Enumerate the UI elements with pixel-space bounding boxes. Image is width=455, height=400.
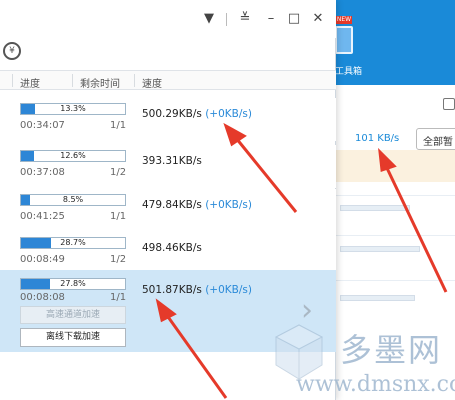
remaining-time: 00:34:07 [20,120,65,131]
column-separator [134,74,135,87]
progress-percent: 12.6% [60,151,86,160]
toolbox-label[interactable]: 工具箱 [335,64,362,77]
speed-value: 393.31KB/s [142,155,202,167]
speed-delta: (+0KB/s) [205,284,252,296]
task-speed: 393.31KB/s [142,155,202,167]
progress-percent: 27.8% [60,279,86,288]
task-speed: 500.29KB/s (+0KB/s) [142,108,252,120]
background-progress-bar [340,295,415,301]
new-badge: NEW [336,16,352,24]
offline-download-button[interactable]: 离线下载加速 [20,328,126,347]
close-icon[interactable]: ✕ [311,12,325,26]
column-progress[interactable]: 进度 [20,75,40,90]
speed-value: 479.84KB/s [142,199,202,211]
titlebar-separator [226,13,227,26]
speed-delta: (+0KB/s) [205,199,252,211]
remaining-time: 00:08:08 [20,292,65,303]
high-speed-channel-button[interactable]: 高速通道加速 [20,306,126,324]
speed-value: 500.29KB/s [142,108,202,120]
task-speed: 498.46KB/s [142,242,202,254]
task-row[interactable]: 28.7% 00:08:49 1/2 498.46KB/s [0,232,336,275]
screenshot-stage: NEW 工具箱 101 KB/s 全部暂 ▼ ≚ – □ ✕ ¥ 进度 剩余时间 [0,0,455,400]
money-bag-icon: ¥ [3,42,21,60]
column-separator [72,74,73,87]
background-progress-bar [340,205,410,211]
file-count: 1/1 [110,211,127,222]
file-count: 1/2 [110,167,127,178]
popup-titlebar: ▼ ≚ – □ ✕ [0,0,336,38]
task-row[interactable]: 8.5% 00:41:25 1/1 479.84KB/s (+0KB/s) [0,189,336,232]
task-speed: 479.84KB/s (+0KB/s) [142,199,252,211]
toolbox-icon[interactable] [335,26,353,54]
column-remaining-time[interactable]: 剩余时间 [80,75,120,90]
progress-percent: 8.5% [62,195,84,204]
progress-bar: 13.3% [20,103,126,115]
minimize-icon[interactable]: – [264,12,278,26]
remaining-time: 00:37:08 [20,167,65,178]
total-download-speed: 101 KB/s [355,133,400,144]
column-header: 进度 剩余时间 速度 [0,70,336,90]
file-count: 1/1 [110,120,127,131]
progress-bar: 8.5% [20,194,126,206]
column-speed[interactable]: 速度 [142,75,162,90]
watermark-url: www.dmsnx.com [296,372,455,397]
speed-value: 501.87KB/s [142,284,202,296]
task-row[interactable]: 12.6% 00:37:08 1/2 393.31KB/s [0,145,336,188]
progress-percent: 13.3% [60,104,86,113]
task-row[interactable]: 13.3% 00:34:07 1/1 500.29KB/s (+0KB/s) [0,98,336,141]
remaining-time: 00:08:49 [20,254,65,265]
speed-delta: (+0KB/s) [205,108,252,120]
pause-all-button[interactable]: 全部暂 [416,128,455,150]
file-count: 1/2 [110,254,127,265]
progress-bar: 27.8% [20,278,126,290]
progress-percent: 28.7% [60,238,86,247]
progress-bar: 28.7% [20,237,126,249]
remaining-time: 00:41:25 [20,211,65,222]
task-speed: 501.87KB/s (+0KB/s) [142,284,252,296]
watermark-text: 多墨网 [340,331,443,369]
speed-value: 498.46KB/s [142,242,202,254]
background-progress-bar [340,246,420,252]
skin-shirt-icon[interactable]: ▼ [202,12,216,26]
file-count: 1/1 [110,292,127,303]
column-separator [12,74,13,87]
maximize-icon[interactable]: □ [287,12,301,26]
settings-icon[interactable] [443,98,455,110]
progress-bar: 12.6% [20,150,126,162]
menu-dropdown-icon[interactable]: ≚ [238,12,252,26]
